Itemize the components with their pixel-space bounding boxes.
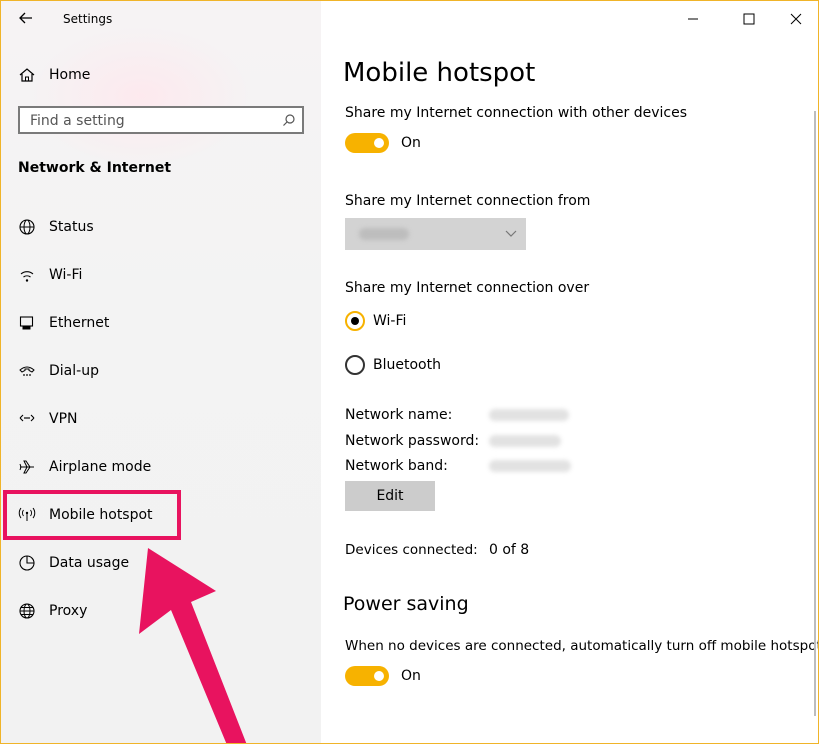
network-name-label: Network name: [345, 407, 453, 423]
sidebar-item-airplane-mode[interactable]: Airplane mode [1, 447, 321, 487]
radio-bluetooth-label: Bluetooth [373, 357, 441, 373]
sidebar-item-label: Proxy [49, 603, 88, 619]
edit-button-label: Edit [376, 488, 404, 504]
vpn-icon [17, 409, 37, 429]
power-saving-title: Power saving [343, 593, 469, 615]
maximize-icon [743, 13, 755, 25]
sidebar-item-label: Airplane mode [49, 459, 152, 475]
network-band-label: Network band: [345, 458, 448, 474]
share-from-dropdown[interactable] [345, 218, 526, 250]
sidebar-item-label: Data usage [49, 555, 130, 571]
pointer-arrow-icon [139, 548, 247, 743]
radio-wifi[interactable] [345, 311, 365, 331]
sidebar-item-dialup[interactable]: Dial-up [1, 351, 321, 391]
edit-button[interactable]: Edit [345, 481, 435, 511]
chevron-down-icon [505, 230, 517, 237]
sidebar-item-label: Wi-Fi [49, 267, 83, 283]
home-icon [17, 65, 37, 85]
settings-window: Settings Home Find a setting Network & I… [0, 0, 819, 744]
minimize-button[interactable] [683, 9, 703, 29]
sidebar-item-ethernet[interactable]: Ethernet [1, 303, 321, 343]
sidebar: Settings Home Find a setting Network & I… [1, 1, 321, 743]
page-title: Mobile hotspot [343, 58, 536, 88]
sidebar-item-vpn[interactable]: VPN [1, 399, 321, 439]
share-toggle[interactable] [345, 133, 389, 153]
home-nav-item[interactable]: Home [1, 55, 321, 95]
power-saving-toggle-state: On [401, 668, 421, 684]
maximize-button[interactable] [739, 9, 759, 29]
power-saving-description: When no devices are connected, automatic… [345, 638, 819, 654]
minimize-icon [688, 18, 698, 20]
main-content: Mobile hotspot Share my Internet connect… [321, 1, 818, 743]
network-name-value-blurred [489, 409, 569, 421]
radio-wifi-label: Wi-Fi [373, 313, 407, 329]
section-title: Network & Internet [18, 160, 172, 176]
network-password-label: Network password: [345, 433, 480, 449]
search-icon [283, 114, 295, 126]
share-label: Share my Internet connection with other … [345, 105, 688, 121]
airplane-icon [17, 457, 37, 477]
sidebar-item-label: VPN [49, 411, 78, 427]
network-band-value-blurred [489, 460, 571, 472]
ethernet-icon [17, 313, 37, 333]
devices-connected-value: 0 of 8 [489, 542, 530, 558]
data-usage-icon [17, 553, 37, 573]
dialup-icon [17, 361, 37, 381]
sidebar-item-wifi[interactable]: Wi-Fi [1, 255, 321, 295]
devices-connected-label: Devices connected: [345, 542, 478, 558]
share-toggle-state: On [401, 135, 421, 151]
sidebar-item-label: Dial-up [49, 363, 99, 379]
back-button[interactable] [15, 7, 37, 29]
sidebar-item-label: Ethernet [49, 315, 110, 331]
window-title: Settings [63, 12, 113, 26]
close-button[interactable] [786, 9, 806, 29]
home-label: Home [49, 67, 91, 83]
network-password-value-blurred [489, 435, 561, 447]
close-icon [790, 13, 802, 25]
power-saving-toggle[interactable] [345, 666, 389, 686]
share-over-label: Share my Internet connection over [345, 280, 590, 296]
highlight-box [3, 490, 181, 540]
sidebar-item-status[interactable]: Status [1, 207, 321, 247]
globe-icon [17, 601, 37, 621]
search-placeholder: Find a setting [30, 113, 125, 129]
search-input[interactable]: Find a setting [18, 106, 304, 134]
globe-icon [17, 217, 37, 237]
wifi-icon [17, 265, 37, 285]
scrollbar[interactable] [814, 111, 816, 716]
radio-bluetooth[interactable] [345, 355, 365, 375]
share-from-label: Share my Internet connection from [345, 193, 591, 209]
back-arrow-icon [19, 12, 32, 24]
blurred-connection-value [359, 228, 409, 240]
sidebar-item-label: Status [49, 219, 94, 235]
